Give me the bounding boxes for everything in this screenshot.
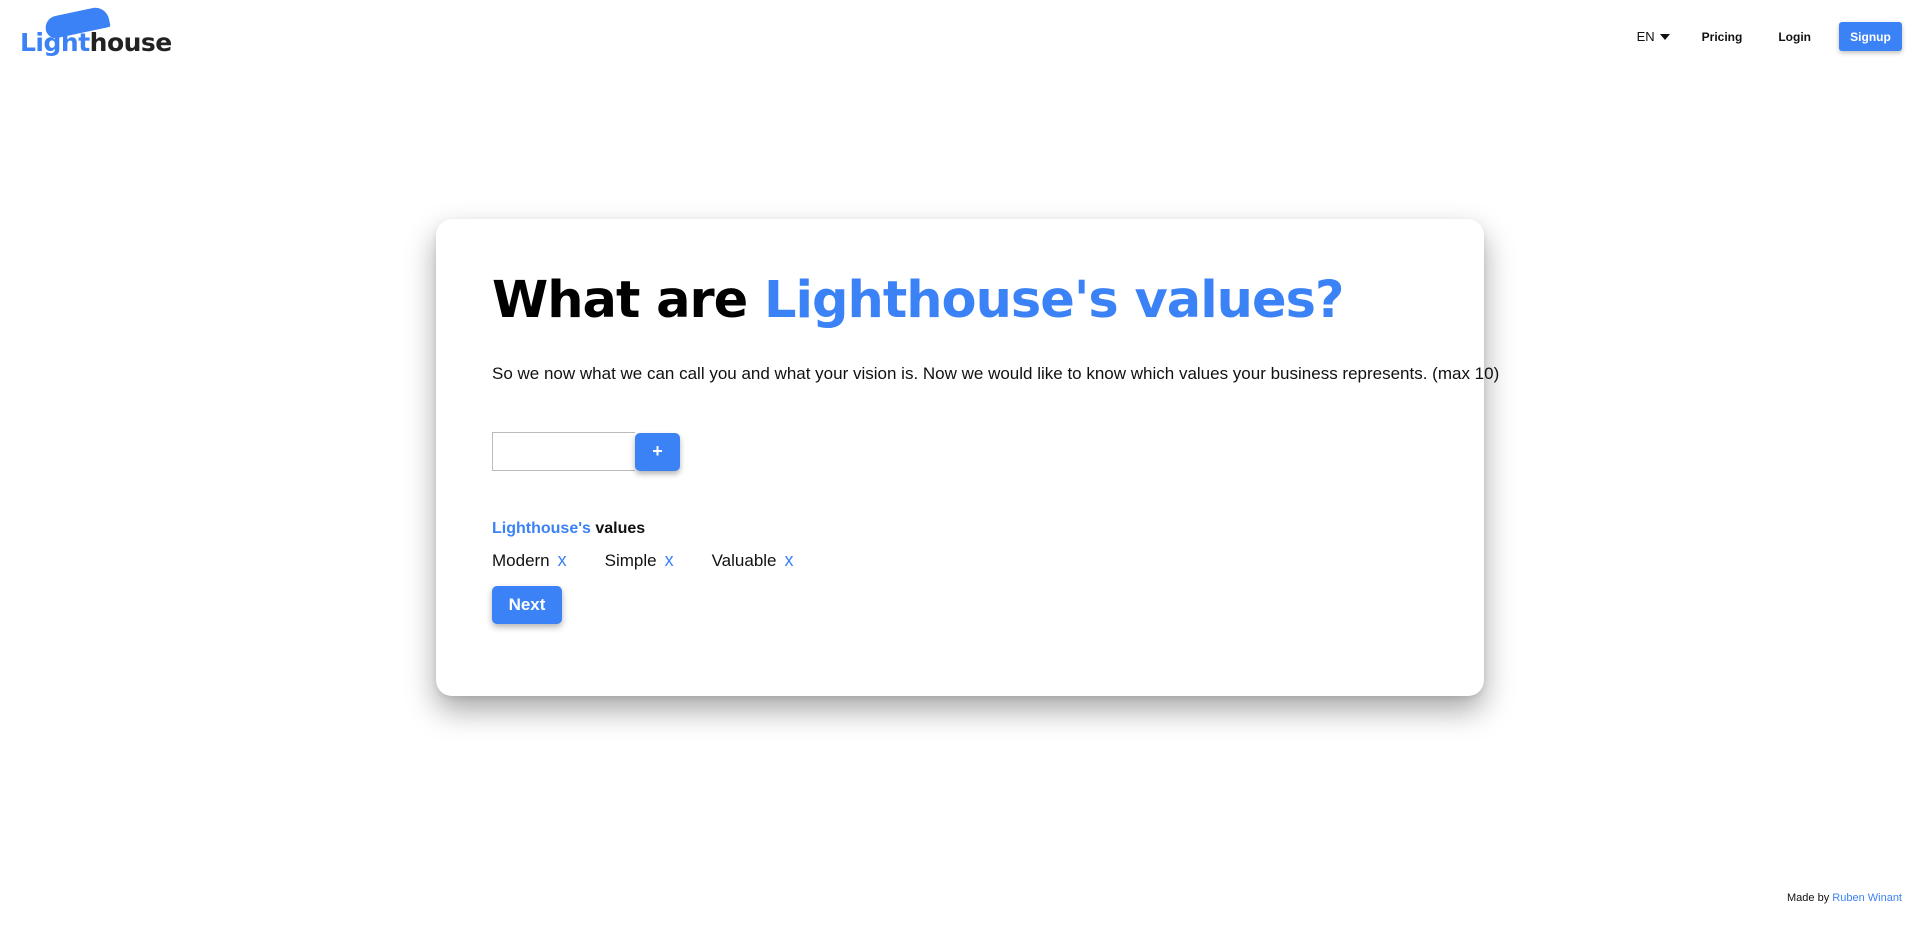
- description-text: So we now what we can call you and what …: [492, 364, 1500, 383]
- caret-down-icon: [1659, 33, 1670, 40]
- next-button[interactable]: Next: [492, 586, 562, 624]
- signup-button[interactable]: Signup: [1839, 22, 1902, 51]
- made-by-label: Made by: [1787, 892, 1830, 904]
- nav-pricing-link[interactable]: Pricing: [1702, 30, 1743, 44]
- remove-value-button[interactable]: x: [558, 550, 567, 571]
- values-heading-label: values: [595, 520, 646, 537]
- values-heading: Lighthouse's values: [492, 520, 645, 538]
- page: Lighthouse EN Pricing Login Signup What …: [0, 0, 1920, 938]
- lighthouse-logo[interactable]: Lighthouse: [20, 5, 172, 58]
- author-link[interactable]: Ruben Winant: [1832, 892, 1902, 904]
- page-title: What are Lighthouse's values?: [492, 271, 1345, 330]
- values-list: Modern x Simple x Valuable x: [492, 550, 832, 571]
- top-nav: EN Pricing Login Signup: [1637, 22, 1902, 51]
- nav-login-link[interactable]: Login: [1778, 30, 1811, 44]
- title-prefix: What are: [492, 271, 748, 330]
- value-label: Simple: [604, 550, 657, 570]
- add-value-button[interactable]: +: [635, 432, 680, 471]
- language-selector[interactable]: EN: [1637, 29, 1670, 44]
- values-heading-brand: Lighthouse's: [492, 520, 591, 537]
- value-input[interactable]: [492, 432, 635, 471]
- logo-wordmark: Lighthouse: [20, 28, 172, 57]
- logo-text-house: house: [89, 28, 173, 57]
- remove-value-button[interactable]: x: [785, 550, 794, 571]
- values-card: What are Lighthouse's values? So we now …: [436, 219, 1499, 696]
- footer-credit: Made by Ruben Winant: [1787, 892, 1902, 904]
- value-item: Valuable x: [712, 550, 794, 571]
- title-accent: Lighthouse's values?: [764, 271, 1344, 330]
- value-item: Modern x: [492, 550, 567, 571]
- value-item: Simple x: [605, 550, 674, 571]
- language-label: EN: [1636, 29, 1655, 44]
- value-label: Valuable: [711, 550, 777, 570]
- remove-value-button[interactable]: x: [665, 550, 674, 571]
- value-label: Modern: [492, 550, 550, 570]
- add-value-row: +: [492, 432, 680, 471]
- logo-text-light: Light: [20, 28, 90, 57]
